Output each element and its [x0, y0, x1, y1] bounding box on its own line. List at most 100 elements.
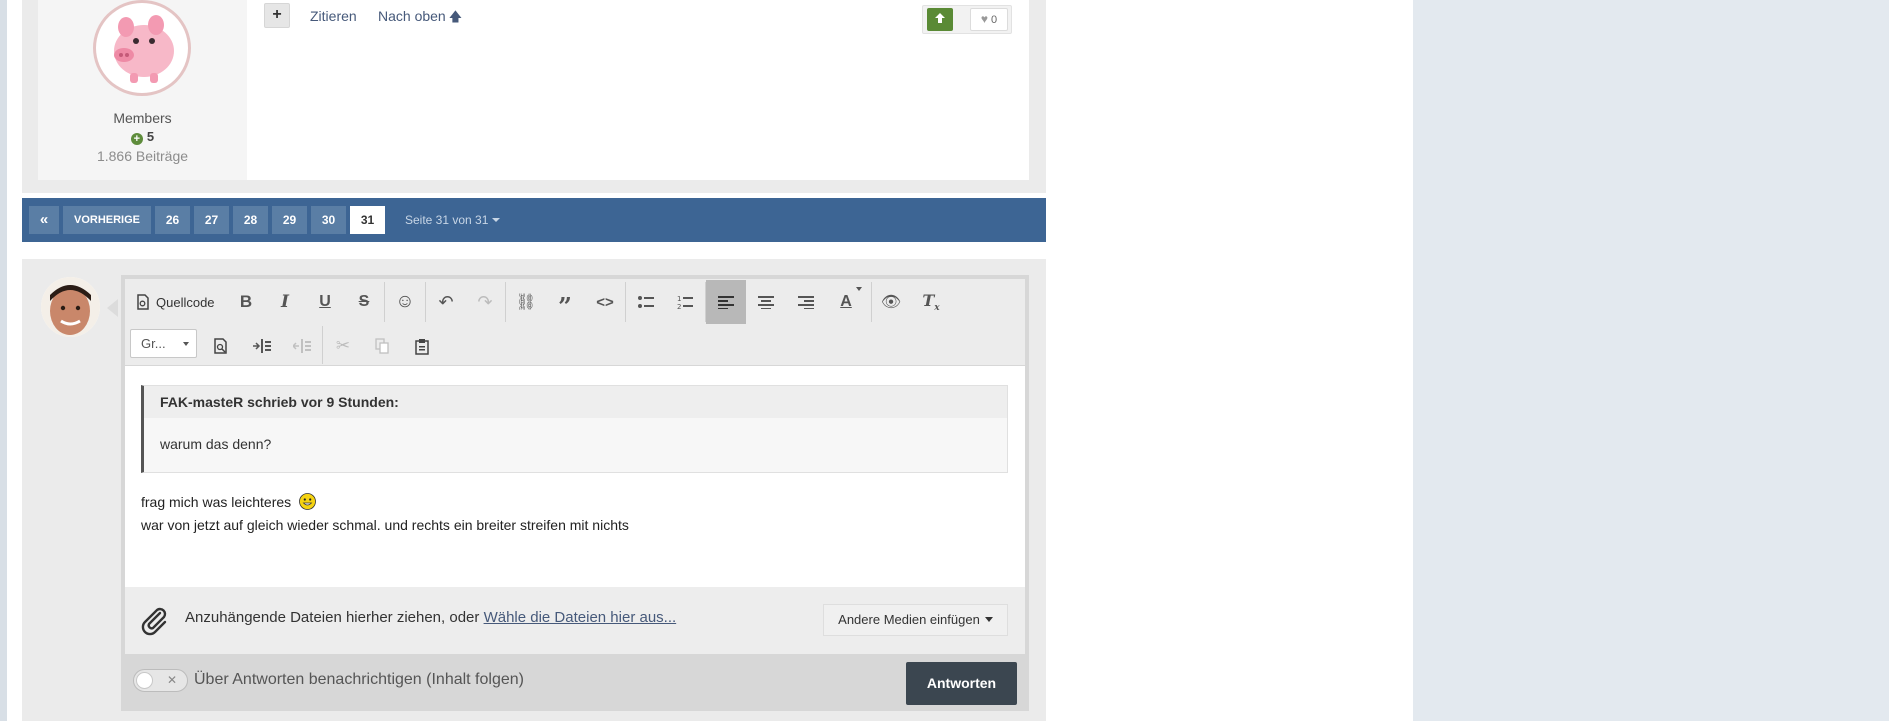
cut-button[interactable]: ✂	[323, 324, 363, 368]
insert-media-label: Andere Medien einfügen	[838, 612, 980, 627]
align-center-icon	[758, 296, 774, 309]
quote-button[interactable]: ”	[545, 280, 585, 324]
page-jump-dropdown[interactable]: Seite 31 von 31	[405, 213, 501, 227]
quote-icon: ”	[558, 292, 572, 321]
bold-button[interactable]: B	[226, 280, 266, 324]
author-reputation: +5	[38, 129, 247, 145]
svg-text:1: 1	[677, 295, 681, 303]
toggle-knob	[136, 672, 153, 689]
underline-button[interactable]: U	[305, 280, 345, 324]
submit-reply-button[interactable]: Antworten	[906, 662, 1017, 705]
page-link-26[interactable]: 26	[155, 206, 190, 234]
follow-toggle[interactable]: ✕	[133, 669, 188, 692]
emoji-button[interactable]: ☺	[385, 280, 425, 324]
previous-page-button[interactable]: VORHERIGE	[63, 206, 151, 234]
editor-pointer	[107, 299, 118, 317]
undo-button[interactable]: ↶	[426, 280, 466, 324]
paste-button[interactable]	[402, 324, 442, 368]
outdent-button[interactable]	[282, 324, 322, 368]
reputation-plus-icon: +	[130, 133, 143, 145]
source-code-button[interactable]: Quellcode	[128, 280, 224, 324]
bulleted-list-icon	[638, 296, 654, 308]
upvote-button[interactable]	[927, 8, 953, 31]
insert-media-button[interactable]: Andere Medien einfügen	[823, 604, 1008, 636]
source-code-label: Quellcode	[156, 294, 215, 310]
reputation-value: 5	[146, 129, 155, 144]
grinning-emoji-icon	[299, 493, 316, 510]
follow-label: Über Antworten benachrichtigen (Inhalt f…	[194, 671, 524, 688]
find-button[interactable]	[201, 324, 241, 368]
double-chevron-left-icon: «	[39, 211, 49, 228]
align-center-button[interactable]	[746, 280, 786, 324]
eye-icon: 👁	[880, 294, 902, 311]
page-link-29[interactable]: 29	[272, 206, 307, 234]
caret-down-icon	[492, 218, 501, 222]
page-link-current[interactable]: 31	[350, 206, 385, 234]
undo-icon: ↶	[438, 291, 454, 312]
right-gutter	[1413, 0, 1889, 721]
caret-down-icon	[856, 287, 862, 291]
author-avatar[interactable]	[93, 0, 191, 96]
pig-avatar-image	[98, 4, 186, 92]
like-count: 0	[991, 14, 998, 26]
attachment-instructions: Anzuhängende Dateien hierher ziehen, ode…	[185, 609, 676, 626]
multiquote-button[interactable]: +	[264, 3, 290, 28]
strikethrough-button[interactable]: S	[344, 280, 384, 324]
arrow-up-icon	[935, 13, 945, 23]
numbered-list-button[interactable]: 12	[665, 280, 705, 324]
caret-down-icon	[984, 617, 993, 622]
author-group: Members	[113, 110, 172, 126]
align-left-icon	[718, 296, 734, 309]
quote-citation: FAK-masteR schrieb vor 9 Stunden:	[160, 394, 399, 410]
like-button[interactable]: ♥ 0	[970, 8, 1008, 31]
copy-icon	[375, 338, 389, 354]
underline-icon: U	[319, 293, 331, 310]
page-link-30[interactable]: 30	[311, 206, 346, 234]
find-document-icon	[214, 338, 227, 354]
redo-button[interactable]: ↷	[465, 280, 505, 324]
link-button[interactable]: ⛓	[506, 280, 546, 324]
quote-text: warum das denn?	[160, 436, 272, 452]
user-avatar-image	[41, 277, 100, 337]
italic-button[interactable]: I	[265, 280, 305, 324]
author-post-count: 1.866 Beiträge	[96, 148, 189, 164]
preview-button[interactable]: 👁	[871, 280, 911, 324]
align-right-button[interactable]	[786, 280, 826, 324]
editor-text-line: frag mich was leichteres	[141, 493, 316, 510]
bold-icon: B	[239, 292, 253, 311]
redo-icon: ↷	[477, 291, 493, 312]
code-button[interactable]: <>	[585, 280, 625, 324]
page-edge-left	[0, 0, 7, 721]
source-document-icon	[137, 294, 149, 310]
numbered-list-icon: 12	[677, 295, 693, 310]
bulleted-list-button[interactable]	[626, 280, 666, 324]
align-left-button[interactable]	[706, 280, 746, 324]
scissors-icon: ✂	[335, 336, 351, 355]
back-to-top-link[interactable]: Nach oben 🡅	[378, 8, 462, 30]
page-link-28[interactable]: 28	[233, 206, 268, 234]
font-size-select[interactable]: Gr...	[130, 329, 197, 358]
paperclip-icon	[141, 607, 167, 636]
svg-text:2: 2	[677, 303, 681, 310]
quote-link[interactable]: Zitieren	[310, 8, 357, 24]
editor-text-line-1: frag mich was leichteres	[141, 494, 292, 510]
remove-format-button[interactable]: Tx	[911, 280, 951, 324]
link-icon: ⛓	[515, 294, 537, 311]
arrow-up-icon: 🡅	[448, 9, 463, 24]
attachment-prompt: Anzuhängende Dateien hierher ziehen, ode…	[185, 609, 480, 626]
clipboard-icon	[415, 338, 429, 355]
font-size-value: Gr...	[141, 336, 166, 351]
heart-icon: ♥	[980, 12, 988, 26]
indent-icon	[253, 339, 271, 353]
first-page-button[interactable]: «	[29, 206, 59, 234]
current-user-avatar[interactable]	[41, 277, 100, 337]
italic-icon: I	[281, 292, 289, 312]
editor-text-line-2: war von jetzt auf gleich wieder schmal. …	[141, 517, 629, 533]
smiley-icon: ☺	[395, 291, 415, 312]
copy-button[interactable]	[362, 324, 402, 368]
page-link-27[interactable]: 27	[194, 206, 229, 234]
clear-format-icon: Tx	[922, 290, 940, 314]
choose-files-link[interactable]: Wähle die Dateien hier aus...	[484, 609, 677, 626]
page-info-label: Seite 31 von 31	[405, 213, 489, 227]
indent-button[interactable]	[242, 324, 282, 368]
